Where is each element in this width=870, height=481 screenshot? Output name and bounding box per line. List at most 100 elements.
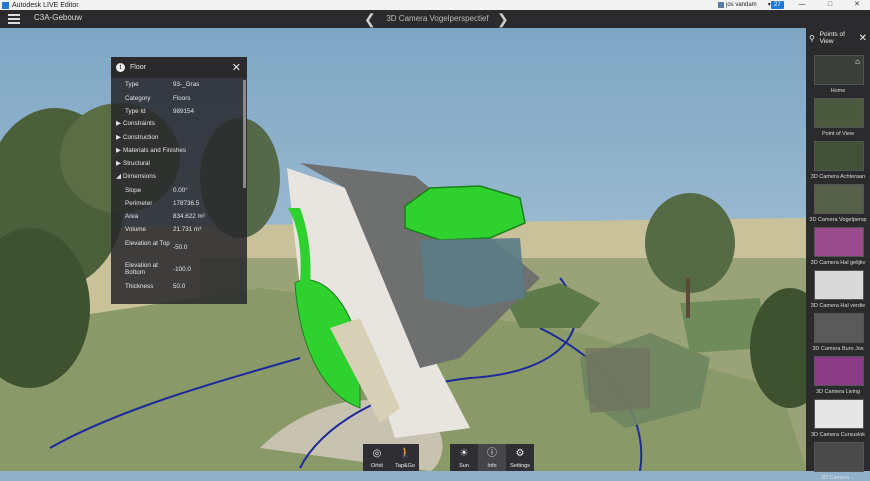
pov-thumbnail bbox=[814, 313, 864, 343]
property-key: Elevation at Bottom bbox=[125, 262, 158, 276]
navigation-toolbar: ◎ Orbit 🚶 Tap&Go bbox=[363, 444, 419, 471]
settings-label: Settings bbox=[510, 463, 530, 469]
close-pov-button[interactable]: ✕ bbox=[859, 33, 867, 44]
info-icon: i bbox=[116, 63, 125, 72]
chevron-down-icon: ◢ bbox=[116, 173, 121, 180]
pov-title: Points of View bbox=[819, 31, 845, 45]
section-construction[interactable]: ▶ Construction bbox=[116, 134, 158, 141]
property-value: 21.731 m³ bbox=[173, 226, 202, 233]
current-view-title: 3D Camera Vogelperspectief bbox=[386, 14, 489, 23]
close-properties-button[interactable]: ✕ bbox=[232, 61, 241, 74]
next-view-button[interactable]: ❯ bbox=[497, 11, 509, 27]
info-button[interactable]: ⓘ Info bbox=[478, 444, 506, 471]
hamburger-menu-icon[interactable] bbox=[8, 14, 20, 24]
pov-item[interactable]: 3D Camera ... bbox=[809, 442, 867, 481]
property-value: 0.00° bbox=[173, 187, 188, 194]
user-avatar-icon bbox=[718, 2, 724, 8]
chevron-right-icon: ▶ bbox=[116, 160, 121, 167]
property-key: Volume bbox=[125, 226, 147, 233]
notification-badge[interactable]: 27 bbox=[771, 1, 784, 9]
pov-label: 3D Camera Hal verdie bbox=[810, 303, 866, 309]
pov-item[interactable]: 3D Camera Vogelpersp bbox=[809, 184, 867, 223]
pov-thumbnail bbox=[814, 227, 864, 257]
property-key: Area bbox=[125, 213, 139, 220]
section-dimensions[interactable]: ◢ Dimensions bbox=[116, 173, 156, 180]
maximize-button[interactable]: □ bbox=[816, 0, 844, 10]
points-of-view-panel: ⚲ Points of View ✕ ⌂ Home Point of View … bbox=[806, 28, 870, 481]
property-key: Elevation at Top bbox=[125, 240, 170, 247]
settings-gears-icon: ⚙ bbox=[515, 448, 525, 459]
pov-item[interactable]: 3D Camera Achteraan bbox=[809, 141, 867, 180]
pov-thumbnail bbox=[814, 184, 864, 214]
pov-label: 3D Camera Hal gelijkv bbox=[810, 260, 866, 266]
pov-thumbnail bbox=[814, 98, 864, 128]
pov-label: 3D Camera Cursuslok bbox=[810, 432, 866, 438]
pov-item[interactable]: 3D Camera Living bbox=[809, 356, 867, 395]
properties-header: i Floor ✕ bbox=[111, 57, 247, 78]
pov-thumbnail bbox=[814, 442, 864, 472]
user-menu[interactable]: jos vandam ▼ bbox=[718, 0, 772, 10]
pov-thumbnail bbox=[814, 270, 864, 300]
pov-thumbnail bbox=[814, 356, 864, 386]
info-label: Info bbox=[487, 463, 497, 469]
settings-button[interactable]: ⚙ Settings bbox=[506, 444, 534, 471]
pov-header: ⚲ Points of View ✕ bbox=[806, 28, 870, 48]
properties-panel: i Floor ✕ Type 93-_Gras Category Floors … bbox=[111, 57, 247, 304]
tapgo-label: Tap&Go bbox=[395, 463, 415, 469]
pov-label: Home bbox=[830, 88, 846, 94]
sun-icon: ☀ bbox=[459, 448, 469, 459]
property-key: Perimeter bbox=[125, 200, 153, 207]
pov-label: 3D Camera Buro Jos bbox=[812, 346, 864, 352]
tools-toolbar: ☀ Sun ⓘ Info ⚙ Settings bbox=[450, 444, 534, 471]
property-key: Type bbox=[125, 81, 139, 88]
autodesk-logo-icon bbox=[2, 1, 9, 9]
pov-label: 3D Camera Achteraan bbox=[810, 174, 866, 180]
window-titlebar: Autodesk LIVE Editor jos vandam ▼ 27 — □… bbox=[0, 0, 870, 10]
home-icon: ⌂ bbox=[855, 57, 860, 66]
chevron-right-icon: ▶ bbox=[116, 120, 121, 127]
project-title: C3A-Gebouw bbox=[34, 13, 83, 22]
properties-scrollbar[interactable] bbox=[243, 80, 246, 188]
pov-item[interactable]: 3D Camera Hal gelijkv bbox=[809, 227, 867, 266]
pov-label: Point of View bbox=[821, 131, 854, 137]
property-value: 834.622 m² bbox=[173, 213, 205, 220]
property-key: Thickness bbox=[125, 283, 154, 290]
pov-item[interactable]: 3D Camera Cursuslok bbox=[809, 399, 867, 438]
pov-item[interactable]: 3D Camera Hal verdie bbox=[809, 270, 867, 309]
previous-view-button[interactable]: ❮ bbox=[364, 11, 376, 27]
pov-item[interactable]: 3D Camera Buro Jos bbox=[809, 313, 867, 352]
section-structural[interactable]: ▶ Structural bbox=[116, 160, 150, 167]
orbit-button[interactable]: ◎ Orbit bbox=[363, 444, 391, 471]
element-name: Floor bbox=[130, 64, 146, 71]
pov-thumbnail: ⌂ bbox=[814, 55, 864, 85]
chevron-right-icon: ▶ bbox=[116, 147, 121, 154]
info-icon: ⓘ bbox=[487, 448, 497, 459]
property-value: 178736.5 bbox=[173, 200, 200, 207]
chevron-right-icon: ▶ bbox=[116, 134, 121, 141]
property-value: 93-_Gras bbox=[173, 81, 200, 88]
window-title: Autodesk LIVE Editor bbox=[12, 1, 79, 9]
property-value: 989154 bbox=[173, 108, 195, 115]
section-materials[interactable]: ▶ Materials and Finishes bbox=[116, 147, 186, 154]
pov-item[interactable]: Point of View bbox=[809, 98, 867, 137]
pov-thumbnail bbox=[814, 141, 864, 171]
property-key: Slope bbox=[125, 187, 142, 194]
property-value: 50.0 bbox=[173, 283, 186, 290]
orbit-label: Orbit bbox=[371, 463, 383, 469]
minimize-button[interactable]: — bbox=[788, 0, 816, 10]
property-value: Floors bbox=[173, 95, 191, 102]
map-pin-icon: ⚲ bbox=[809, 33, 815, 43]
property-key: Type Id bbox=[125, 108, 146, 115]
pov-label: 3D Camera ... bbox=[820, 475, 856, 481]
sun-label: Sun bbox=[459, 463, 469, 469]
property-key: Category bbox=[125, 95, 151, 102]
close-window-button[interactable]: ✕ bbox=[843, 0, 870, 10]
sun-button[interactable]: ☀ Sun bbox=[450, 444, 478, 471]
section-constraints[interactable]: ▶ Constraints bbox=[116, 120, 155, 127]
pov-item-home[interactable]: ⌂ Home bbox=[809, 55, 867, 94]
app-bar: C3A-Gebouw ❮ 3D Camera Vogelperspectief … bbox=[0, 10, 870, 28]
pov-thumbnail bbox=[814, 399, 864, 429]
orbit-icon: ◎ bbox=[372, 448, 382, 459]
tapgo-button[interactable]: 🚶 Tap&Go bbox=[391, 444, 419, 471]
pov-label: 3D Camera Vogelpersp bbox=[809, 217, 867, 223]
